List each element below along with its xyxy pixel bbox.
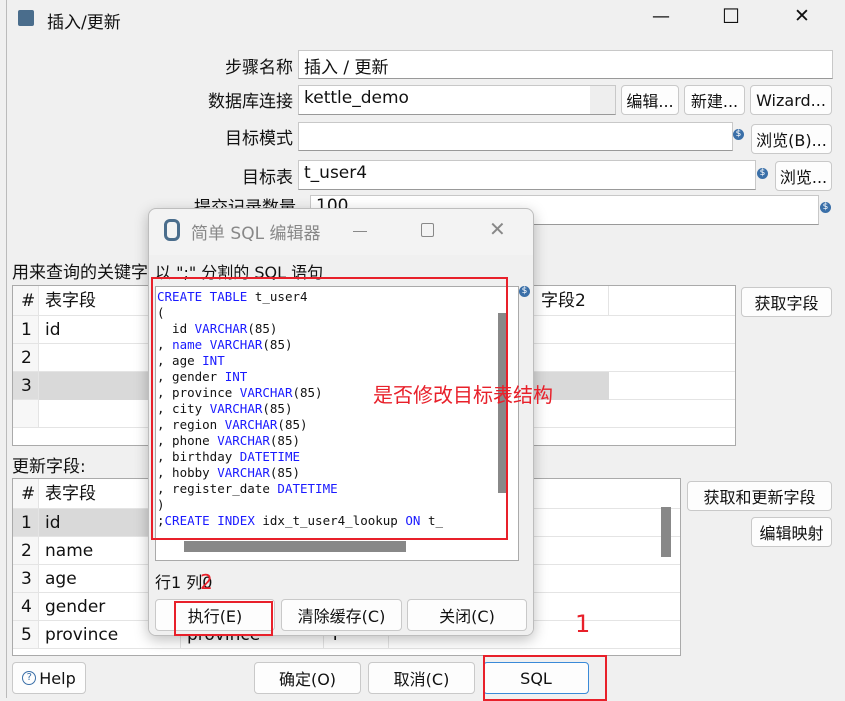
- browse-table-button[interactable]: 浏览...: [775, 161, 832, 191]
- get-fields-button[interactable]: 获取字段: [741, 287, 832, 317]
- minimize-button[interactable]: —: [652, 6, 670, 27]
- db-connection-label: 数据库连接: [208, 92, 293, 112]
- annotation-step-2: 2: [200, 570, 213, 594]
- target-schema-input[interactable]: [298, 122, 733, 151]
- annotation-box: [174, 601, 273, 636]
- maximize-button[interactable]: ☐: [722, 4, 740, 28]
- maximize-button[interactable]: [421, 223, 434, 237]
- variable-icon: $: [757, 168, 768, 179]
- clear-cache-button[interactable]: 清除缓存(C): [281, 599, 402, 631]
- column-header: #: [13, 286, 39, 315]
- db-connection-select[interactable]: kettle_demo: [298, 85, 616, 115]
- close-button[interactable]: ✕: [794, 5, 810, 27]
- target-table-label: 目标表: [242, 168, 293, 188]
- edit-connection-button[interactable]: 编辑...: [621, 85, 679, 115]
- annotation-box: [483, 655, 607, 701]
- annotation-note: 是否修改目标表结构: [373, 383, 553, 407]
- cancel-button[interactable]: 取消(C): [368, 662, 475, 694]
- annotation-step-1: 1: [575, 610, 591, 638]
- variable-icon: $: [820, 202, 831, 213]
- lookup-keys-label: 用来查询的关键字:: [12, 263, 154, 283]
- annotation-box: [151, 277, 508, 540]
- help-button[interactable]: ? Help: [12, 662, 86, 694]
- dropdown-arrow-icon[interactable]: [590, 86, 615, 114]
- ok-button[interactable]: 确定(O): [254, 662, 361, 694]
- horizontal-scrollbar[interactable]: [184, 541, 406, 552]
- minimize-button[interactable]: [353, 231, 367, 232]
- variable-icon: $: [519, 286, 530, 297]
- browse-schema-button[interactable]: 浏览(B)...: [751, 124, 832, 154]
- scrollbar[interactable]: [661, 507, 671, 557]
- close-button[interactable]: ✕: [489, 217, 506, 241]
- get-update-fields-button[interactable]: 获取和更新字段: [687, 481, 832, 511]
- update-fields-label: 更新字段:: [12, 457, 86, 477]
- help-icon: ?: [22, 671, 37, 685]
- database-icon: [164, 219, 180, 241]
- close-dialog-button[interactable]: 关闭(C): [407, 599, 527, 631]
- step-name-label: 步骤名称: [225, 58, 293, 78]
- target-schema-label: 目标模式: [225, 129, 293, 149]
- variable-icon: $: [733, 129, 744, 140]
- edit-mapping-button[interactable]: 编辑映射: [751, 517, 832, 547]
- new-connection-button[interactable]: 新建...: [684, 85, 745, 115]
- app-icon: [18, 10, 34, 26]
- dialog-title: 简单 SQL 编辑器: [191, 224, 321, 244]
- column-header[interactable]: 字段2: [521, 286, 609, 315]
- step-name-input[interactable]: 插入 / 更新: [298, 50, 833, 79]
- target-table-input[interactable]: t_user4: [298, 160, 756, 190]
- window-title: 插入/更新: [47, 13, 121, 33]
- wizard-button[interactable]: Wizard...: [750, 85, 832, 115]
